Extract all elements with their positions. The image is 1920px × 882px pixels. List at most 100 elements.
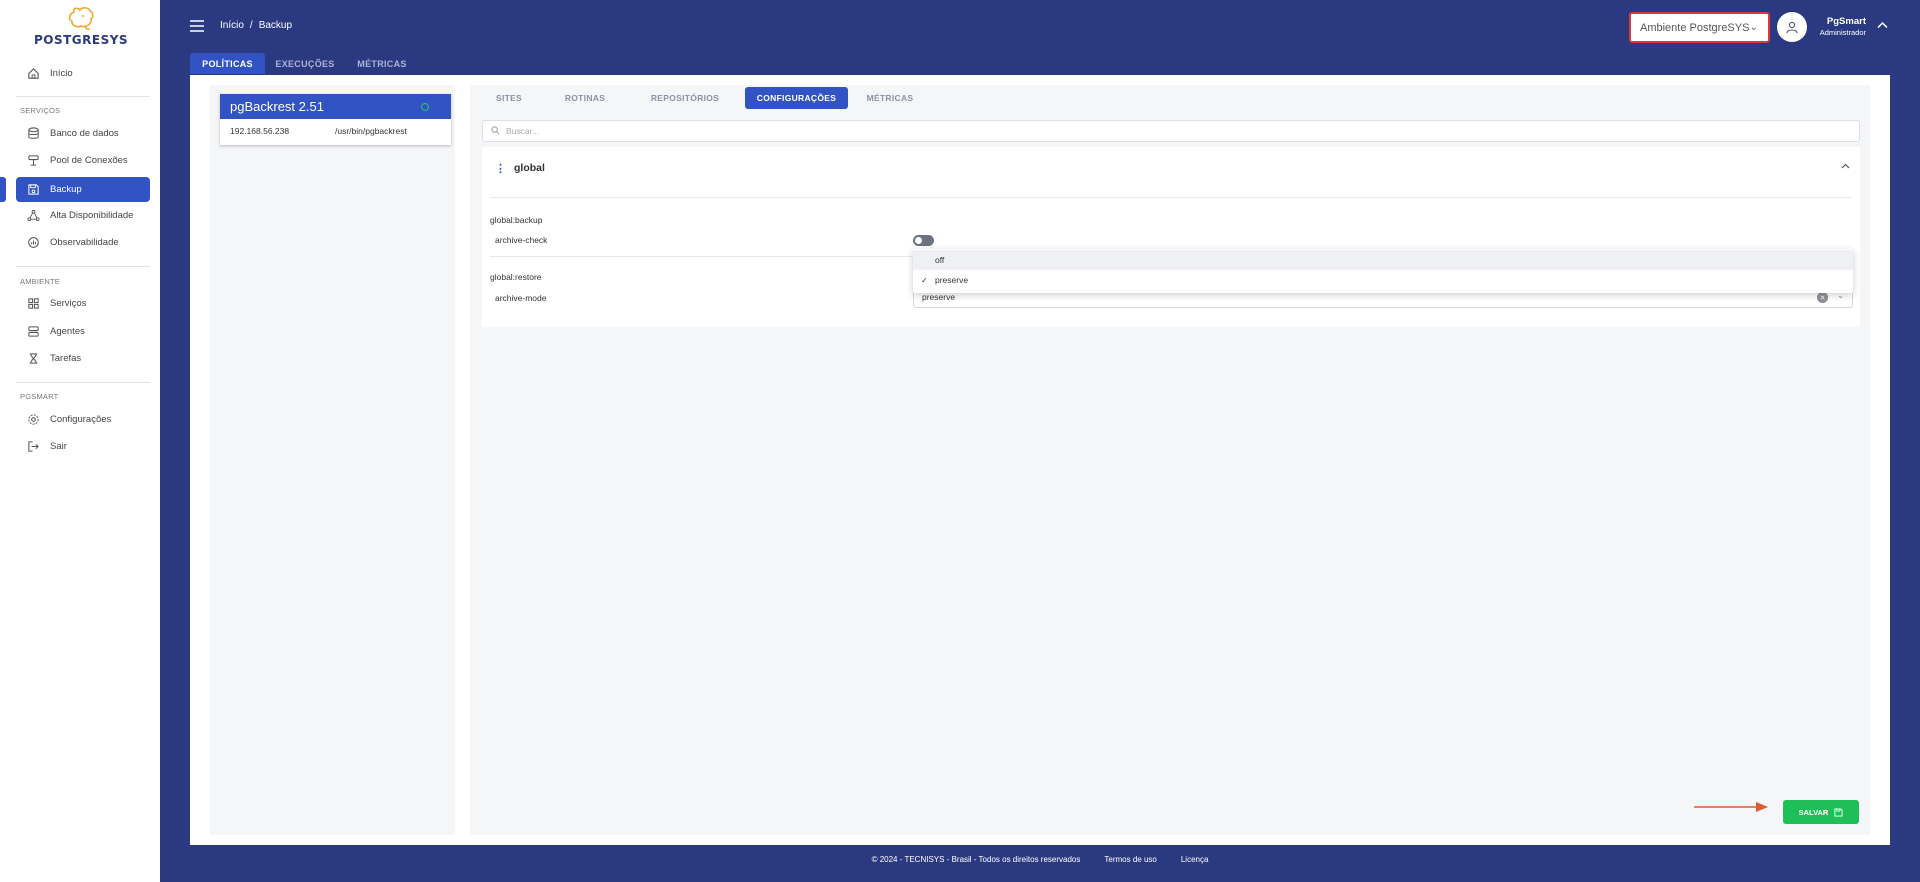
sidebar-item-observabilidade[interactable]: Observabilidade xyxy=(16,230,150,255)
sidebar-item-agentes[interactable]: Agentes xyxy=(16,319,150,344)
sidebar-item-sair[interactable]: Sair xyxy=(16,434,150,459)
sidebar-item-servicos[interactable]: Serviços xyxy=(16,291,150,316)
floppy-disk-icon xyxy=(1834,807,1843,817)
group-label-restore: global:restore xyxy=(490,272,542,282)
sidebar-item-label: Agentes xyxy=(50,326,85,337)
search-icon xyxy=(491,125,500,137)
section-divider xyxy=(490,197,1852,198)
chevron-up-icon[interactable] xyxy=(1841,161,1850,172)
sidebar: POSTGRESYS Início SERVIÇOS Banco de dado… xyxy=(0,0,160,882)
sidebar-item-label: Pool de Conexões xyxy=(50,155,128,166)
home-icon xyxy=(26,67,40,81)
sidebar-item-label: Configurações xyxy=(50,414,112,425)
dropdown-option-preserve[interactable]: ✓ preserve xyxy=(913,270,1853,290)
server-list-panel: pgBackrest 2.51 192.168.56.238 /usr/bin/… xyxy=(210,85,455,835)
field-label-archive-check: archive-check xyxy=(495,235,548,245)
chevron-up-icon[interactable] xyxy=(1877,20,1888,32)
footer-license-link[interactable]: Licença xyxy=(1181,855,1209,864)
footer-copyright: © 2024 - TECNISYS - Brasil - Todos os di… xyxy=(871,855,1081,864)
server-card-details: 192.168.56.238 /usr/bin/pgbackrest xyxy=(220,119,451,143)
archive-mode-value: preserve xyxy=(922,292,956,302)
server-card-title: pgBackrest 2.51 xyxy=(230,99,324,114)
sidebar-item-label: Serviços xyxy=(50,298,87,309)
check-icon: ✓ xyxy=(921,275,928,285)
brand-name: POSTGRESYS xyxy=(33,33,129,47)
high-availability-icon xyxy=(26,209,40,223)
breadcrumb-home[interactable]: Início xyxy=(220,20,244,31)
subtab-repositorios[interactable]: REPOSITÓRIOS xyxy=(630,87,740,109)
archive-mode-dropdown: off ✓ preserve xyxy=(913,249,1853,293)
section-header[interactable]: ⋮ global xyxy=(482,147,1860,189)
section-label-servicos: SERVIÇOS xyxy=(20,106,61,115)
clear-icon[interactable]: ✕ xyxy=(1817,292,1828,303)
search-placeholder: Buscar... xyxy=(506,126,540,136)
config-panel: SITES ROTINAS REPOSITÓRIOS CONFIGURAÇÕES… xyxy=(470,85,1870,835)
user-role: Administrador xyxy=(1819,28,1866,37)
environment-value: Ambiente PostgreSYS xyxy=(1640,21,1750,34)
subtab-configuracoes[interactable]: CONFIGURAÇÕES xyxy=(745,87,848,109)
observability-icon xyxy=(26,236,40,250)
subtab-rotinas[interactable]: ROTINAS xyxy=(550,87,620,109)
sidebar-item-backup[interactable]: Backup xyxy=(16,177,150,202)
sidebar-item-label: Backup xyxy=(50,184,82,195)
sidebar-item-label: Banco de dados xyxy=(50,128,119,139)
option-label: off xyxy=(935,255,945,265)
user-icon xyxy=(1786,21,1798,34)
sidebar-item-pool-de-conexoes[interactable]: Pool de Conexões xyxy=(16,148,150,173)
dropdown-option-off[interactable]: off xyxy=(913,250,1853,270)
footer: © 2024 - TECNISYS - Brasil - Todos os di… xyxy=(0,855,1920,864)
server-path: /usr/bin/pgbackrest xyxy=(335,126,407,136)
sidebar-item-inicio[interactable]: Início xyxy=(16,61,150,86)
services-icon xyxy=(26,297,40,311)
menu-toggle-icon[interactable] xyxy=(190,19,204,35)
sidebar-item-alta-disponibilidade[interactable]: Alta Disponibilidade xyxy=(16,203,150,228)
annotation-arrow-icon xyxy=(1694,802,1768,812)
field-label-archive-mode: archive-mode xyxy=(495,293,547,303)
subtab-sites[interactable]: SITES xyxy=(478,87,540,109)
search-input[interactable]: Buscar... xyxy=(482,120,1860,142)
sidebar-item-label: Início xyxy=(50,68,73,79)
environment-select[interactable]: Ambiente PostgreSYS ⌄ xyxy=(1629,12,1770,43)
user-name: PgSmart xyxy=(1826,16,1866,27)
group-label-backup: global:backup xyxy=(490,215,543,225)
sidebar-item-label: Alta Disponibilidade xyxy=(50,210,134,221)
logout-icon xyxy=(26,440,40,454)
save-button-label: SALVAR xyxy=(1798,807,1829,817)
section-label-ambiente: AMBIENTE xyxy=(20,277,60,286)
sidebar-item-label: Tarefas xyxy=(50,353,82,364)
sidebar-item-banco-de-dados[interactable]: Banco de dados xyxy=(16,121,150,146)
archive-check-toggle[interactable] xyxy=(913,235,934,246)
breadcrumb-current: Backup xyxy=(258,20,293,31)
main-content: pgBackrest 2.51 192.168.56.238 /usr/bin/… xyxy=(190,75,1890,845)
avatar[interactable] xyxy=(1777,12,1807,42)
subtab-metricas[interactable]: MÉTRICAS xyxy=(855,87,925,109)
hourglass-icon xyxy=(26,352,40,366)
section-label-pgsmart: PGSMART xyxy=(20,392,59,401)
backup-icon xyxy=(26,183,40,197)
server-card-header: pgBackrest 2.51 xyxy=(220,94,451,119)
sidebar-item-tarefas[interactable]: Tarefas xyxy=(16,346,150,371)
tab-execucoes[interactable]: EXECUÇÕES xyxy=(272,53,338,74)
sidebar-item-label: Observabilidade xyxy=(50,237,119,248)
agents-icon xyxy=(26,325,40,339)
database-icon xyxy=(26,127,40,141)
sidebar-divider xyxy=(16,266,150,267)
config-section-global: ⋮ global global:backup archive-check glo… xyxy=(482,147,1860,327)
active-marker xyxy=(0,177,6,202)
footer-terms-link[interactable]: Termos de uso xyxy=(1104,855,1156,864)
connection-pool-icon xyxy=(26,154,40,168)
more-vertical-icon[interactable]: ⋮ xyxy=(495,162,506,175)
server-ip: 192.168.56.238 xyxy=(230,126,290,136)
gear-icon xyxy=(26,413,40,427)
sidebar-item-label: Sair xyxy=(50,441,67,452)
sidebar-divider xyxy=(16,96,150,97)
tab-politicas[interactable]: POLÍTICAS xyxy=(190,53,265,74)
sidebar-divider xyxy=(16,382,150,383)
status-indicator-icon xyxy=(421,103,429,111)
chevron-down-icon: ⌄ xyxy=(1749,22,1758,33)
sidebar-item-configuracoes[interactable]: Configurações xyxy=(16,407,150,432)
section-title: global xyxy=(514,162,545,174)
server-card[interactable]: pgBackrest 2.51 192.168.56.238 /usr/bin/… xyxy=(220,94,451,145)
tab-metricas[interactable]: MÉTRICAS xyxy=(350,53,414,74)
save-button[interactable]: SALVAR xyxy=(1783,800,1859,824)
